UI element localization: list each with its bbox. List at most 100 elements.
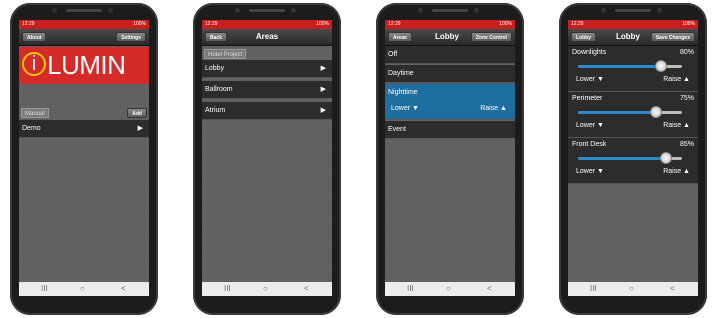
screen-areas: 12:29 100% Back Areas Hotel Project Lobb…	[202, 20, 332, 296]
home-icon[interactable]: ○	[629, 284, 634, 294]
phone-zone-control: 12:29 100% Lobby Lobby Save Changes Down…	[559, 3, 707, 315]
chevron-right-icon: ▶	[320, 107, 326, 114]
home-icon[interactable]: ○	[263, 284, 268, 294]
camera-icon	[52, 8, 57, 13]
list-item-ballroom[interactable]: Ballroom ▶	[202, 81, 332, 99]
section-label-manual: Manual	[21, 108, 49, 118]
lower-button[interactable]: Lower ▼	[576, 76, 604, 83]
list-item-atrium[interactable]: Atrium ▶	[202, 102, 332, 120]
slider-knob[interactable]	[650, 106, 662, 118]
status-bar: 12:29 100%	[202, 20, 332, 29]
home-icon[interactable]: ○	[446, 284, 451, 294]
status-bar: 12:29 100%	[568, 20, 698, 29]
lower-button[interactable]: Lower ▼	[576, 168, 604, 175]
zone-percent: 80%	[679, 49, 694, 56]
list-item-demo[interactable]: Demo ▶	[19, 120, 149, 138]
scene-label: Nighttime	[388, 89, 418, 96]
scene-label: Daytime	[388, 70, 414, 77]
level-slider[interactable]	[578, 60, 682, 72]
lower-button[interactable]: Lower ▼	[576, 122, 604, 129]
screen-home: 12:29 100% About Settings i LUMIN Manual…	[19, 20, 149, 296]
app-header: Areas Lobby Zone Control	[385, 29, 515, 46]
slider-fill	[578, 65, 662, 68]
home-icon[interactable]: ○	[80, 284, 85, 294]
status-time: 12:29	[571, 21, 584, 27]
about-button[interactable]: About	[22, 32, 47, 42]
scene-off[interactable]: Off	[385, 46, 515, 64]
phone-home: 12:29 100% About Settings i LUMIN Manual…	[10, 3, 158, 315]
raise-button[interactable]: Raise ▲	[663, 122, 690, 129]
lower-button[interactable]: Lower ▼	[391, 102, 419, 116]
recents-icon[interactable]: III	[41, 284, 48, 294]
level-slider[interactable]	[578, 152, 682, 164]
raise-button[interactable]: Raise ▲	[663, 76, 690, 83]
recents-icon[interactable]: III	[224, 284, 231, 294]
recents-icon[interactable]: III	[590, 284, 597, 294]
camera-icon	[418, 8, 423, 13]
speaker-grille	[66, 9, 102, 12]
add-button[interactable]: Add	[127, 108, 147, 118]
app-header: Back Areas	[202, 29, 332, 46]
phone-earpiece-area	[559, 3, 707, 19]
phone-earpiece-area	[10, 3, 158, 19]
back-icon[interactable]: <	[121, 284, 126, 294]
sensor-icon	[108, 8, 113, 13]
status-battery: 100%	[499, 21, 512, 27]
scene-label: Off	[388, 51, 398, 58]
camera-icon	[235, 8, 240, 13]
screen-lobby-scenes: 12:29 100% Areas Lobby Zone Control Off …	[385, 20, 515, 296]
status-battery: 100%	[682, 21, 695, 27]
speaker-grille	[615, 9, 651, 12]
ilumin-logo: i LUMIN	[19, 47, 149, 84]
zone-control-button[interactable]: Zone Control	[470, 32, 512, 42]
slider-knob[interactable]	[655, 60, 668, 72]
screen-zone-control: 12:29 100% Lobby Lobby Save Changes Down…	[568, 20, 698, 296]
android-nav-bar: III ○ <	[19, 282, 149, 296]
sensor-icon	[291, 8, 296, 13]
phone-areas: 12:29 100% Back Areas Hotel Project Lobb…	[193, 3, 341, 315]
scene-label: Event	[388, 126, 406, 133]
speaker-grille	[432, 9, 468, 12]
zone-front-desk: Front Desk 85% Lower ▼ Raise ▲	[568, 138, 698, 184]
slider-fill	[578, 157, 667, 160]
phone-earpiece-area	[376, 3, 524, 19]
zone-percent: 85%	[679, 141, 694, 148]
list-item-label: Lobby	[205, 65, 225, 72]
slider-knob[interactable]	[660, 152, 673, 164]
scene-daytime[interactable]: Daytime	[385, 65, 515, 83]
status-battery: 100%	[133, 21, 146, 27]
app-header: About Settings	[19, 29, 149, 46]
scene-event[interactable]: Event	[385, 121, 515, 139]
status-time: 12:29	[22, 21, 35, 27]
section-label-project: Hotel Project	[204, 49, 247, 59]
raise-button[interactable]: Raise ▲	[663, 168, 690, 175]
sensor-icon	[474, 8, 479, 13]
android-nav-bar: III ○ <	[568, 282, 698, 296]
zone-percent: 75%	[679, 95, 694, 102]
android-nav-bar: III ○ <	[202, 282, 332, 296]
phone-lobby-scenes: 12:29 100% Areas Lobby Zone Control Off …	[376, 3, 524, 315]
zone-name: Perimeter	[572, 95, 603, 102]
raise-button[interactable]: Raise ▲	[480, 102, 507, 116]
camera-icon	[601, 8, 606, 13]
back-icon[interactable]: <	[487, 284, 492, 294]
recents-icon[interactable]: III	[407, 284, 414, 294]
list-item-lobby[interactable]: Lobby ▶	[202, 60, 332, 78]
zone-name: Downlights	[572, 49, 607, 56]
status-bar: 12:29 100%	[19, 20, 149, 29]
settings-button[interactable]: Settings	[116, 32, 146, 42]
back-icon[interactable]: <	[304, 284, 309, 294]
slider-fill	[578, 111, 656, 114]
status-bar: 12:29 100%	[385, 20, 515, 29]
back-icon[interactable]: <	[670, 284, 675, 294]
chevron-right-icon: ▶	[320, 65, 326, 72]
level-slider[interactable]	[578, 106, 682, 118]
app-header: Lobby Lobby Save Changes	[568, 29, 698, 46]
save-changes-button[interactable]: Save Changes	[650, 32, 695, 42]
scene-nighttime[interactable]: Nighttime Lower ▼ Raise ▲	[385, 84, 515, 120]
list-item-label: Atrium	[205, 107, 226, 114]
sensor-icon	[657, 8, 662, 13]
page-title: Areas	[255, 32, 279, 41]
logo-i-mark: i	[22, 52, 46, 76]
status-time: 12:29	[388, 21, 401, 27]
